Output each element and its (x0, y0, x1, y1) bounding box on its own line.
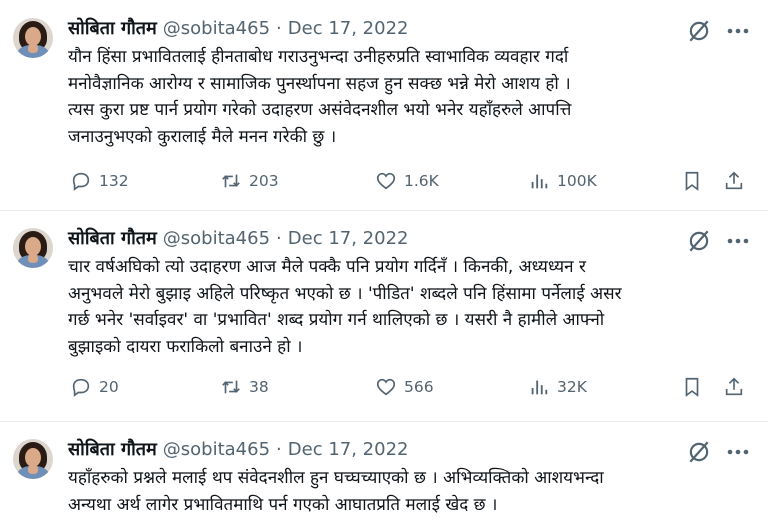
avatar[interactable] (13, 228, 53, 268)
action-bar: 20 38 566 32K (70, 374, 750, 400)
tweet[interactable]: सोबिता गौतम @sobita465 · Dec 17, 2022 यौ… (0, 0, 768, 210)
tweet-text-line: त्यस कुरा प्रष्ट पार्न प्रयोग गरेको उदाह… (68, 100, 572, 120)
tweet-header: सोबिता गौतम @sobita465 · Dec 17, 2022 (68, 436, 409, 462)
author-handle[interactable]: @sobita465 (163, 228, 270, 249)
tweet[interactable]: सोबिता गौतम @sobita465 · Dec 17, 2022 यह… (0, 421, 768, 518)
repost-icon (222, 174, 240, 188)
views-button[interactable]: 32K (528, 374, 587, 400)
tweet-text-line: अनुभवले मेरो बुझाइ अहिले परिष्कृत भएको छ… (68, 283, 622, 304)
tweet-text-line: जनाउनुभएको कुरालाई मैले मनन गरेकी छु । (68, 126, 337, 147)
tweet-text-line: बुझाइको दायरा फराकिलो बनाउने हो । (68, 336, 303, 357)
author-handle[interactable]: @sobita465 (163, 439, 270, 460)
separator: · (276, 227, 282, 249)
repost-icon (222, 380, 240, 394)
avatar[interactable] (13, 18, 53, 58)
repost-count: 203 (249, 172, 279, 190)
separator: · (276, 17, 282, 39)
grok-icon[interactable] (686, 18, 712, 44)
like-button[interactable]: 566 (375, 374, 434, 400)
tweet-date[interactable]: Dec 17, 2022 (288, 439, 409, 460)
tweet-date[interactable]: Dec 17, 2022 (288, 18, 409, 39)
tweet-text-line: यहाँहरुको प्रश्नले मलाई थप संवेदनशील हुन… (68, 468, 604, 488)
repost-count: 38 (249, 378, 269, 396)
more-icon[interactable] (724, 439, 752, 465)
reply-count: 132 (99, 172, 129, 190)
tweet-text-line: चार वर्षअघिको त्यो उदाहरण आज मैले पक्कै … (68, 257, 586, 277)
like-count: 566 (404, 378, 434, 396)
tweet-text-line: मनोवैज्ञानिक आरोग्य र सामाजिक पुनर्स्थाप… (68, 73, 571, 94)
like-button[interactable]: 1.6K (375, 168, 439, 194)
tweet-text-line: अन्यथा अर्थ लागेर प्रभावितमाथि पर्न गएको… (68, 494, 498, 515)
reply-icon (72, 172, 90, 191)
like-icon (376, 172, 396, 190)
share-icon (725, 377, 743, 396)
share-icon (725, 171, 743, 190)
repost-button[interactable]: 38 (220, 374, 269, 400)
view-count: 32K (557, 378, 587, 396)
reply-icon (72, 378, 90, 397)
reply-count: 20 (99, 378, 119, 396)
like-icon (376, 378, 396, 396)
views-icon (531, 174, 548, 189)
tweet-text-line: गर्छ भनेर 'सर्वाइवर' वा 'प्रभावित' शब्द … (68, 310, 605, 330)
share-button[interactable] (722, 168, 746, 194)
author-name[interactable]: सोबिता गौतम (68, 437, 157, 461)
tweet[interactable]: सोबिता गौतम @sobita465 · Dec 17, 2022 चा… (0, 210, 768, 421)
tweet-header: सोबिता गौतम @sobita465 · Dec 17, 2022 (68, 225, 409, 251)
tweet-header: सोबिता गौतम @sobita465 · Dec 17, 2022 (68, 15, 409, 41)
avatar[interactable] (13, 439, 53, 479)
views-button[interactable]: 100K (528, 168, 597, 194)
author-handle[interactable]: @sobita465 (163, 18, 270, 39)
more-icon[interactable] (724, 18, 752, 44)
action-bar: 132 203 1.6K 100K (70, 168, 750, 194)
grok-icon[interactable] (686, 439, 712, 465)
share-button[interactable] (722, 374, 746, 400)
bookmark-button[interactable] (680, 374, 704, 400)
more-icon[interactable] (724, 228, 752, 254)
view-count: 100K (557, 172, 597, 190)
author-name[interactable]: सोबिता गौतम (68, 226, 157, 250)
tweet-text: चार वर्षअघिको त्यो उदाहरण आज मैले पक्कै … (68, 254, 748, 360)
tweet-text-line: यौन हिंसा प्रभावितलाई हीनताबोध गराउनुभन्… (68, 47, 569, 67)
views-icon (531, 380, 548, 395)
repost-button[interactable]: 203 (220, 168, 279, 194)
tweet-text: यहाँहरुको प्रश्नले मलाई थप संवेदनशील हुन… (68, 465, 748, 518)
bookmark-button[interactable] (680, 168, 704, 194)
tweet-date[interactable]: Dec 17, 2022 (288, 228, 409, 249)
reply-button[interactable]: 20 (70, 374, 119, 400)
reply-button[interactable]: 132 (70, 168, 129, 194)
like-count: 1.6K (404, 172, 439, 190)
bookmark-icon (685, 377, 699, 397)
tweet-text: यौन हिंसा प्रभावितलाई हीनताबोध गराउनुभन्… (68, 44, 748, 150)
author-name[interactable]: सोबिता गौतम (68, 16, 157, 40)
separator: · (276, 438, 282, 460)
bookmark-icon (685, 171, 699, 191)
grok-icon[interactable] (686, 228, 712, 254)
